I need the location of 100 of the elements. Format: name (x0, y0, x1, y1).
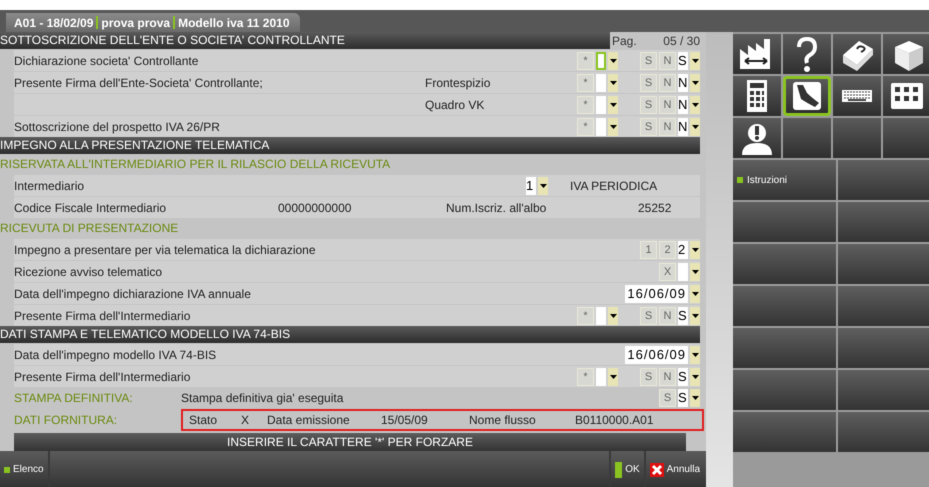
value-field[interactable] (596, 74, 606, 92)
value-field[interactable] (596, 368, 606, 386)
dropdown-button[interactable] (690, 284, 700, 302)
caret-icon (692, 80, 698, 84)
caret-icon (692, 270, 698, 274)
field-label: Data dell'impegno dichiarazione IVA annuale (14, 286, 252, 300)
option-button[interactable]: * (577, 52, 594, 70)
dropdown-button[interactable] (690, 346, 700, 364)
option-button[interactable]: S (640, 368, 657, 386)
dropdown-button[interactable] (690, 118, 700, 136)
value-field[interactable]: 1 (526, 176, 536, 194)
tool-button[interactable] (883, 76, 929, 116)
tool-button[interactable] (833, 76, 881, 116)
dropdown-button[interactable] (690, 368, 700, 386)
caret-icon (610, 124, 616, 128)
option-button[interactable]: N (659, 306, 676, 324)
field-label: Presente Firma dell'Intermediario (14, 370, 192, 384)
value-field[interactable]: N (678, 118, 688, 136)
option-button[interactable]: * (577, 118, 594, 136)
dropdown-button[interactable] (690, 240, 700, 258)
option-button[interactable]: S (640, 306, 657, 324)
option-button[interactable]: S (640, 118, 657, 136)
option-button[interactable]: S (640, 96, 657, 114)
message-bar: INSERIRE IL CARATTERE '*' PER FORZARE (14, 433, 686, 451)
dropdown-button[interactable] (608, 118, 618, 136)
tab-text: prova prova (101, 16, 170, 30)
field-label: Presente Firma dell'Ente-Societa' Controllante; (14, 76, 264, 90)
tab-text: Modello iva 11 2010 (178, 16, 290, 30)
option-button[interactable]: 2 (659, 240, 676, 258)
value-field[interactable]: 2 (678, 240, 688, 258)
page-label: Pag. (612, 34, 637, 48)
option-button[interactable]: 1 (640, 240, 657, 258)
option-button[interactable]: S (640, 52, 657, 70)
value-field[interactable]: S (678, 52, 688, 70)
value-field[interactable] (596, 52, 606, 70)
option-button[interactable]: S (640, 74, 657, 92)
caret-icon (692, 374, 698, 378)
dropdown-button[interactable] (608, 74, 618, 92)
field-label: Sottoscrizione del prospetto IVA 26/PR (14, 120, 221, 134)
value-field[interactable]: N (678, 96, 688, 114)
window-tab[interactable]: A01 - 18/02/09 prova prova Modello iva 11 2010 (6, 13, 300, 32)
field-label: Dichiarazione societa' Controllante (14, 54, 200, 68)
value-field[interactable] (596, 96, 606, 114)
ok-button[interactable]: OK (611, 451, 644, 487)
value-field[interactable]: 16/06/09 (625, 284, 688, 302)
option-button[interactable]: N (659, 96, 676, 114)
caret-icon (692, 352, 698, 356)
option-button[interactable]: X (659, 262, 676, 280)
field-label: Codice Fiscale Intermediario (14, 200, 168, 214)
caret-icon (610, 374, 616, 378)
dropdown-button[interactable] (690, 389, 700, 407)
caret-icon (610, 314, 616, 318)
dropdown-button[interactable] (690, 96, 700, 114)
field-value: B0110000.A01 (574, 413, 654, 427)
subsection-title: RISERVATA ALL'INTERMEDIARIO PER IL RILASCIO DELLA RICEVUTA (0, 156, 392, 173)
option-button[interactable]: * (577, 368, 594, 386)
value-field[interactable] (596, 118, 606, 136)
value-field[interactable]: S (678, 368, 688, 386)
field-label: DATI FORNITURA: (14, 413, 118, 427)
field-label: Intermediario (14, 178, 86, 192)
dropdown-button[interactable] (608, 306, 618, 324)
value-field[interactable] (596, 306, 606, 324)
field-text: Quadro VK (425, 98, 486, 112)
option-button[interactable]: * (577, 306, 594, 324)
option-button[interactable]: N (659, 368, 676, 386)
field-label: Data emissione (266, 413, 351, 427)
field-text: IVA PERIODICA (570, 178, 658, 192)
square-icon (4, 466, 10, 472)
dropdown-button[interactable] (608, 96, 618, 114)
field-label: Data dell'impegno modello IVA 74-BIS (14, 348, 218, 362)
list-button[interactable]: Elenco (0, 451, 48, 487)
dropdown-button[interactable] (690, 52, 700, 70)
cancel-button[interactable]: Annulla (646, 451, 706, 487)
tool-button[interactable] (833, 34, 881, 74)
dropdown-button[interactable] (690, 306, 700, 324)
dropdown-button[interactable] (538, 176, 548, 194)
option-button[interactable]: * (577, 96, 594, 114)
option-button[interactable]: N (659, 118, 676, 136)
tool-button[interactable] (883, 34, 929, 74)
value-field[interactable]: 16/06/09 (625, 346, 688, 364)
side-button[interactable]: Istruzioni (733, 160, 836, 200)
option-button[interactable]: S (659, 389, 676, 407)
tool-button[interactable] (733, 76, 781, 116)
section-header: DATI STAMPA E TELEMATICO MODELLO IVA 74-BIS (0, 326, 700, 343)
dropdown-button[interactable] (608, 368, 618, 386)
tool-button[interactable] (783, 34, 831, 74)
square-icon (737, 177, 743, 183)
value-field[interactable]: S (678, 306, 688, 324)
option-button[interactable]: N (659, 52, 676, 70)
dropdown-button[interactable] (690, 262, 700, 280)
dropdown-button[interactable] (608, 52, 618, 70)
option-button[interactable]: * (577, 74, 594, 92)
tool-button[interactable] (733, 118, 781, 158)
value-field[interactable] (678, 262, 688, 280)
value-field[interactable]: S (678, 389, 688, 407)
value-field[interactable]: N (678, 74, 688, 92)
tool-button[interactable] (783, 76, 831, 116)
tool-button[interactable] (733, 34, 781, 74)
dropdown-button[interactable] (690, 74, 700, 92)
option-button[interactable]: N (659, 74, 676, 92)
